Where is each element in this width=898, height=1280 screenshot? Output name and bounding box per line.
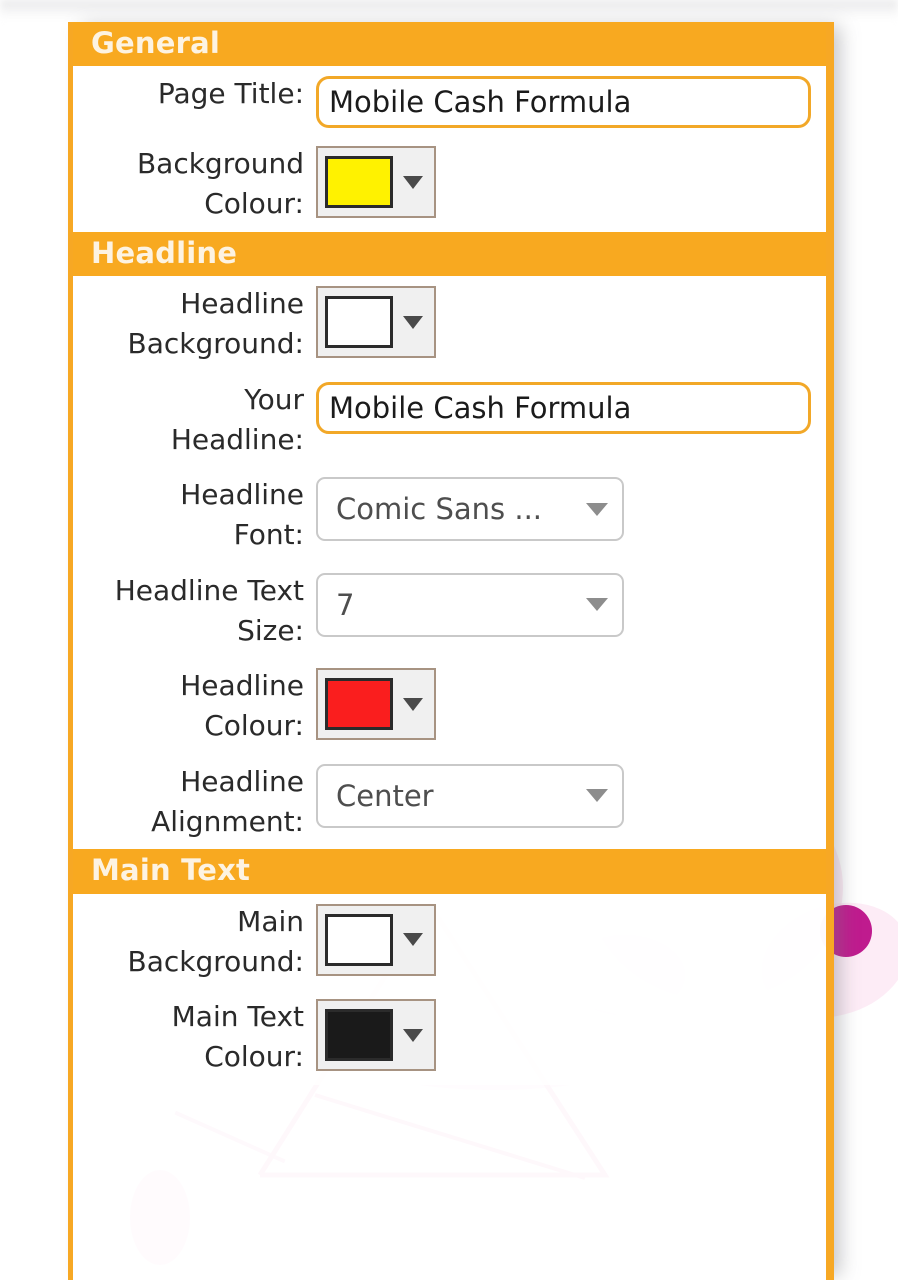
headline-text-size-select-value: 7	[336, 587, 355, 622]
label-headline-background: Headline Background:	[127, 287, 304, 361]
chevron-down-icon[interactable]	[403, 933, 423, 947]
label-headline-font: Headline Font:	[180, 478, 304, 552]
field-headline-colour	[316, 666, 826, 741]
chevron-down-icon[interactable]	[403, 697, 423, 711]
section-header-general: General	[73, 22, 826, 67]
chevron-down-icon[interactable]	[403, 175, 423, 189]
label-headline-text-size: Headline Text Size:	[114, 573, 304, 647]
headline-font-select[interactable]: Comic Sans ...	[316, 477, 624, 542]
headline-colour-picker[interactable]	[316, 668, 436, 741]
row-page-title: Page Title: Mobile Cash Formula	[73, 66, 826, 136]
headline-background-swatch	[325, 296, 393, 349]
headline-font-select-value: Comic Sans ...	[336, 492, 543, 527]
label-main-background: Main Background:	[127, 904, 304, 978]
label-headline-alignment: Headline Alignment:	[151, 764, 304, 838]
row-headline-alignment: Headline Alignment: Center	[73, 754, 826, 850]
field-background-colour	[316, 144, 826, 219]
chevron-down-icon[interactable]	[586, 598, 608, 612]
chevron-down-icon[interactable]	[403, 315, 423, 329]
headline-alignment-select[interactable]: Center	[316, 763, 624, 828]
chevron-down-icon[interactable]	[586, 789, 608, 803]
chevron-down-icon[interactable]	[403, 1028, 423, 1042]
row-headline-background: Headline Background:	[73, 276, 826, 372]
background-colour-swatch	[325, 156, 393, 209]
label-main-text-colour: Main Text Colour:	[171, 1000, 304, 1074]
field-your-headline: Mobile Cash Formula	[316, 380, 826, 434]
field-main-text-colour	[316, 997, 826, 1072]
headline-colour-swatch	[325, 678, 393, 731]
page-title-input[interactable]: Mobile Cash Formula	[316, 76, 811, 129]
row-background-colour: Background Colour:	[73, 136, 826, 232]
label-page-title: Page Title:	[157, 77, 304, 111]
field-headline-alignment: Center	[316, 762, 826, 828]
row-main-text-colour: Main Text Colour:	[73, 989, 826, 1085]
section-header-headline: Headline	[73, 231, 826, 277]
section-rows-headline: Headline Background: Your Headline: Mobile…	[73, 276, 826, 850]
section-header-main-text: Main Text	[73, 849, 826, 894]
field-headline-background	[316, 284, 826, 359]
section-rows-general: Page Title: Mobile Cash Formula Background…	[73, 66, 826, 232]
field-headline-font: Comic Sans ...	[316, 475, 826, 542]
label-your-headline: Your Headline:	[170, 382, 304, 456]
settings-panel: General Page Title: Mobile Cash Formula Bac…	[68, 22, 834, 1280]
label-headline-colour: Headline Colour:	[180, 669, 304, 743]
field-main-background	[316, 902, 826, 976]
top-blur-strip	[0, 0, 898, 20]
row-headline-text-size: Headline Text Size: 7	[73, 563, 826, 659]
row-main-background: Main Background:	[73, 894, 826, 990]
main-background-picker[interactable]	[316, 903, 436, 976]
chevron-down-icon[interactable]	[586, 502, 608, 516]
row-headline-colour: Headline Colour:	[73, 658, 826, 754]
section-rows-main-text: Main Background: Main Text Colour:	[73, 893, 826, 1085]
background-colour-picker[interactable]	[316, 146, 436, 219]
label-background-colour: Background Colour:	[136, 147, 304, 221]
row-your-headline: Your Headline: Mobile Cash Formula	[73, 372, 826, 468]
field-page-title: Mobile Cash Formula	[316, 74, 826, 129]
main-text-colour-swatch	[325, 1009, 393, 1062]
headline-text-size-select[interactable]: 7	[316, 572, 624, 637]
main-text-colour-picker[interactable]	[316, 999, 436, 1072]
your-headline-input[interactable]: Mobile Cash Formula	[316, 381, 811, 434]
headline-alignment-select-value: Center	[336, 778, 434, 813]
field-headline-text-size: 7	[316, 571, 826, 637]
row-headline-font: Headline Font: Comic Sans ...	[73, 467, 826, 563]
headline-background-picker[interactable]	[316, 286, 436, 359]
main-background-swatch	[325, 913, 393, 966]
